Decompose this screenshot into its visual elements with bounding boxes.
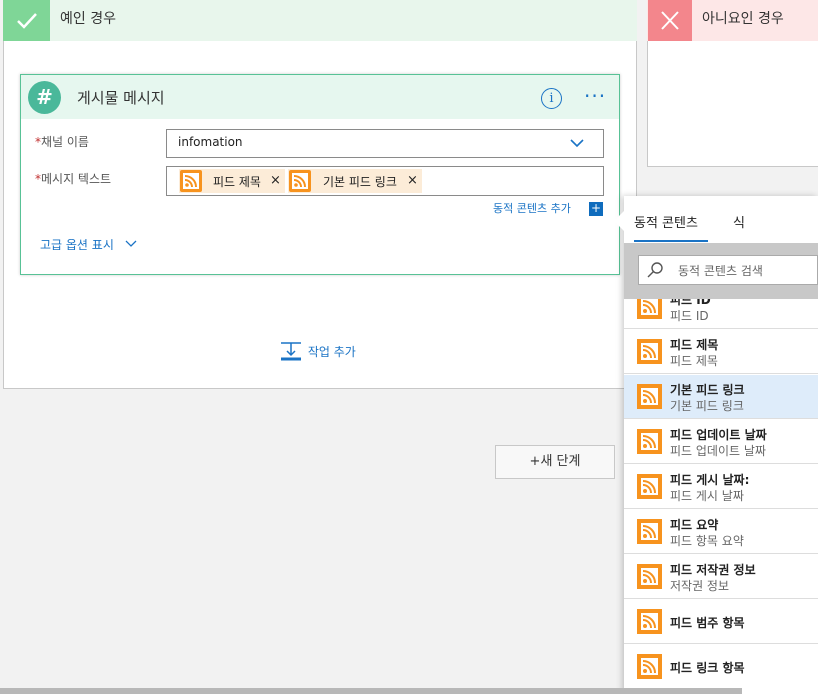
add-action-button[interactable]: 작업 추가 <box>280 341 356 361</box>
no-branch-title: 아니요인 경우 <box>702 11 784 27</box>
card-title: 게시물 메시지 <box>77 89 165 107</box>
item-subtitle: 기본 피드 링크 <box>670 399 744 413</box>
slack-icon: # <box>28 81 61 114</box>
item-subtitle: 피드 항목 요약 <box>670 534 744 548</box>
add-dynamic-content-plus-icon[interactable]: + <box>589 202 603 216</box>
add-action-label: 작업 추가 <box>307 344 356 359</box>
dynamic-content-item[interactable]: 피드 요약피드 항목 요약 <box>624 510 818 554</box>
dynamic-content-item[interactable]: 피드 게시 날짜: 피드 게시 날짜 <box>624 465 818 509</box>
item-title: 피드 링크 항목 <box>670 661 745 675</box>
token-remove-icon[interactable]: × <box>407 173 418 188</box>
search-placeholder: 동적 콘텐츠 검색 <box>678 264 763 278</box>
item-title: 피드 업데이트 날짜 <box>670 428 767 442</box>
token-remove-icon[interactable]: × <box>270 173 281 188</box>
tab-expression[interactable]: 식 <box>733 212 745 231</box>
more-options-icon[interactable]: ··· <box>584 84 606 108</box>
rss-icon <box>637 519 662 544</box>
info-icon[interactable]: i <box>541 88 562 109</box>
yes-branch-title: 예인 경우 <box>60 11 116 27</box>
token-label: 기본 피드 링크 <box>323 175 397 189</box>
token-feed-title[interactable]: 피드 제목 × <box>179 169 285 193</box>
close-icon <box>648 0 692 41</box>
rss-icon <box>637 564 662 589</box>
advanced-options-link[interactable]: 고급 옵션 표시 <box>40 236 138 253</box>
dynamic-content-item[interactable]: 피드 범주 항목 <box>624 600 818 644</box>
dynamic-content-item[interactable]: 기본 피드 링크 기본 피드 링크 <box>624 375 818 419</box>
rss-icon <box>637 654 662 679</box>
item-title: 피드 제목 <box>670 338 719 352</box>
channel-name-label: *채널 이름 <box>35 133 89 150</box>
panel-pointer <box>614 210 625 232</box>
rss-icon <box>637 339 662 364</box>
dynamic-content-item[interactable]: 피드 업데이트 날짜 피드 업데이트 날짜 <box>624 420 818 464</box>
search-icon <box>646 261 664 279</box>
add-action-icon <box>281 342 301 361</box>
rss-icon <box>637 474 662 499</box>
active-tab-indicator <box>634 240 708 242</box>
dynamic-content-item[interactable]: 피드 제목 피드 제목 <box>624 330 818 374</box>
rss-icon <box>289 170 311 192</box>
item-subtitle: 피드 ID <box>670 309 709 323</box>
rss-icon <box>637 299 662 319</box>
rss-icon <box>637 609 662 634</box>
chevron-down-icon[interactable] <box>568 134 586 152</box>
dynamic-content-list: 피드 ID 피드 ID 피드 제목 피드 제목 기본 피드 링크 기본 피드 링크 피드 업… <box>624 299 818 688</box>
horizontal-scrollbar[interactable] <box>0 688 742 694</box>
add-dynamic-content-link[interactable]: 동적 콘텐츠 추가 <box>493 200 571 216</box>
item-subtitle: 피드 게시 날짜 <box>670 489 744 503</box>
item-title: 피드 저작권 정보 <box>670 563 756 577</box>
token-feed-link[interactable]: 기본 피드 링크 × <box>288 169 422 193</box>
channel-value: infomation <box>178 135 243 149</box>
new-step-button[interactable]: +새 단계 <box>495 445 615 479</box>
item-title: 기본 피드 링크 <box>670 383 745 397</box>
message-text-label: *메시지 텍스트 <box>35 170 111 187</box>
item-title: 피드 게시 날짜: <box>670 473 750 487</box>
message-label-text: 메시지 텍스트 <box>41 172 112 186</box>
item-subtitle: 피드 제목 <box>670 354 718 368</box>
advanced-options-label: 고급 옵션 표시 <box>40 238 114 252</box>
item-subtitle: 피드 업데이트 날짜 <box>670 444 766 458</box>
tab-dynamic-content[interactable]: 동적 콘텐츠 <box>634 212 698 231</box>
rss-icon <box>637 429 662 454</box>
item-subtitle: 저작권 정보 <box>670 579 730 593</box>
item-title: 피드 범주 항목 <box>670 616 745 630</box>
dynamic-content-item[interactable]: 피드 ID 피드 ID <box>624 299 818 329</box>
rss-icon <box>637 384 662 409</box>
dynamic-content-item[interactable]: 피드 링크 항목 <box>624 645 818 688</box>
channel-label-text: 채널 이름 <box>41 135 89 149</box>
chevron-down-icon <box>125 240 137 247</box>
dynamic-content-item[interactable]: 피드 저작권 정보저작권 정보 <box>624 555 818 599</box>
token-label: 피드 제목 <box>213 175 261 189</box>
rss-icon <box>180 170 202 192</box>
item-title: 피드 요약 <box>670 518 719 532</box>
check-icon <box>3 0 50 41</box>
